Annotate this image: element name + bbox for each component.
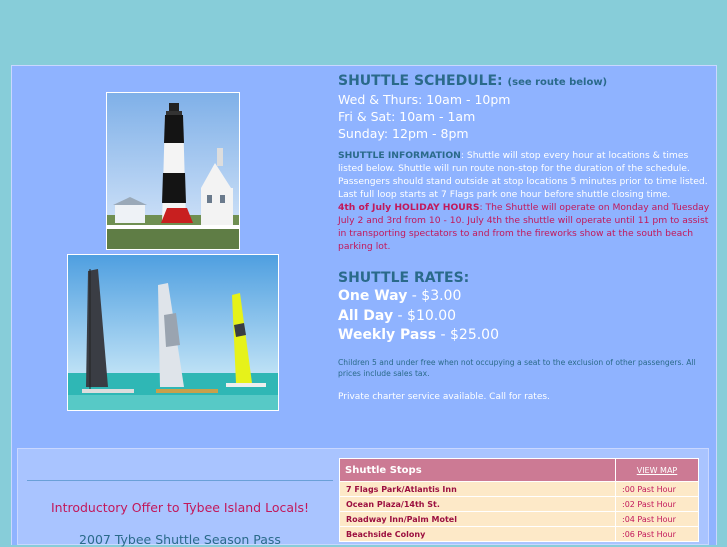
july-holiday-notice: 4th of July HOLIDAY HOURS: The Shuttle w… xyxy=(338,202,709,252)
table-row: 7 Flags Park/Atlantis Inn :00 Past Hour xyxy=(339,481,699,497)
view-map-link[interactable]: VIEW MAP xyxy=(615,458,699,482)
rate-one-way: One Way - $3.00 xyxy=(338,287,713,307)
rates-heading: SHUTTLE RATES: xyxy=(338,270,470,286)
stop-name: Roadway Inn/Palm Motel xyxy=(339,511,616,527)
stop-time: :06 Past Hour xyxy=(615,526,699,542)
stop-name: 7 Flags Park/Atlantis Inn xyxy=(339,481,616,497)
stop-time: :00 Past Hour xyxy=(615,481,699,497)
stops-title: Shuttle Stops xyxy=(339,458,616,482)
hours-line: Sunday: 12pm - 8pm xyxy=(338,126,469,141)
schedule-title: SHUTTLE SCHEDULE: xyxy=(338,73,503,89)
info-label: SHUTTLE INFORMATION xyxy=(338,150,461,161)
rate-label: All Day xyxy=(338,307,394,324)
rate-price: - $10.00 xyxy=(393,307,457,324)
rate-price: - $25.00 xyxy=(436,327,499,343)
divider xyxy=(27,480,333,481)
shuttle-stops-table: Shuttle Stops VIEW MAP 7 Flags Park/Atla… xyxy=(339,458,699,542)
rate-all-day: All Day - $10.00 xyxy=(338,307,713,327)
rate-label: One Way xyxy=(338,288,408,304)
schedule-heading: SHUTTLE SCHEDULE: (see route below) xyxy=(338,73,713,91)
sailboats-photo xyxy=(67,254,279,411)
shuttle-information: SHUTTLE INFORMATION: Shuttle will stop e… xyxy=(338,149,713,253)
rate-weekly-pass: Weekly Pass - $25.00 xyxy=(338,326,713,346)
schedule-hours: Wed & Thurs: 10am - 10pm Fri & Sat: 10am… xyxy=(338,91,713,142)
july-label: 4th of July HOLIDAY HOURS xyxy=(338,202,480,213)
lighthouse-photo xyxy=(106,92,240,250)
rate-price: - $3.00 xyxy=(407,288,462,304)
rates-note: Children 5 and under free when not occup… xyxy=(338,357,696,378)
table-row: Ocean Plaza/14th St. :02 Past Hour xyxy=(339,496,699,512)
stop-time: :02 Past Hour xyxy=(615,496,699,512)
stop-name: Beachside Colony xyxy=(339,526,616,542)
local-offer-heading: Introductory Offer to Tybee Island Local… xyxy=(50,500,310,515)
table-header-row: Shuttle Stops VIEW MAP xyxy=(339,458,699,482)
hours-line: Fri & Sat: 10am - 1am xyxy=(338,109,476,124)
table-row: Roadway Inn/Palm Motel :04 Past Hour xyxy=(339,511,699,527)
rate-label: Weekly Pass xyxy=(338,327,437,343)
stop-name: Ocean Plaza/14th St. xyxy=(339,496,616,512)
schedule-column: SHUTTLE SCHEDULE: (see route below) Wed … xyxy=(338,73,713,402)
hours-line: Wed & Thurs: 10am - 10pm xyxy=(338,92,511,107)
charter-note: Private charter service available. Call … xyxy=(338,391,550,402)
see-route-link[interactable]: (see route below) xyxy=(508,77,608,88)
stop-time: :04 Past Hour xyxy=(615,511,699,527)
table-row: Beachside Colony :06 Past Hour xyxy=(339,526,699,542)
